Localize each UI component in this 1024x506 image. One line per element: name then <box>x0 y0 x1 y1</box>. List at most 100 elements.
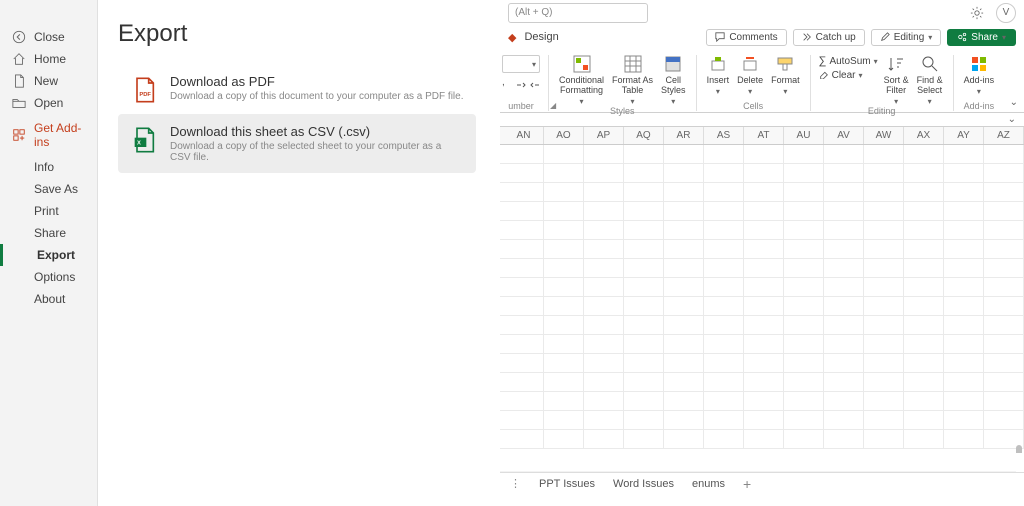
download-csv-option[interactable]: X Download this sheet as CSV (.csv) Down… <box>118 114 476 173</box>
editing-group: ∑ AutoSum ▾ Clear ▾ Sort & Filter ▾ <box>811 55 954 111</box>
add-sheet-button[interactable]: + <box>743 476 751 492</box>
catchup-button[interactable]: Catch up <box>793 29 865 46</box>
get-addins-button[interactable]: Get Add-ins <box>0 124 97 146</box>
catchup-icon <box>802 32 812 42</box>
share-button[interactable]: Share ▾ <box>947 29 1016 46</box>
comments-button[interactable]: Comments <box>706 29 786 46</box>
column-header[interactable]: AU <box>784 127 824 144</box>
column-header[interactable]: AS <box>704 127 744 144</box>
new-file-icon <box>12 74 26 88</box>
design-tab[interactable]: Design <box>524 31 558 43</box>
clear-button[interactable]: Clear ▾ <box>819 69 878 82</box>
spreadsheet-underlay: (Alt + Q) V ◆ Design Comments Catch up <box>500 0 1024 506</box>
find-select-button[interactable]: Find & Select ▾ <box>915 55 945 106</box>
sheet-tab[interactable]: Word Issues <box>613 478 674 490</box>
comment-icon <box>715 32 725 42</box>
new-button[interactable]: New <box>0 70 97 92</box>
share-nav-button[interactable]: Share <box>0 222 97 244</box>
editing-mode-button[interactable]: Editing ▾ <box>871 29 942 46</box>
editing-group-label: Editing <box>868 106 896 116</box>
action-bar: ◆ Design Comments Catch up Editing ▾ Sha… <box>500 25 1024 49</box>
options-button[interactable]: Options <box>0 266 97 288</box>
column-header[interactable]: AY <box>944 127 984 144</box>
formula-bar-chevron-icon[interactable]: ⌄ <box>1008 114 1016 125</box>
column-headers: AN AO AP AQ AR AS AT AU AV AW AX AY AZ <box>500 127 1024 145</box>
about-button[interactable]: About <box>0 288 97 310</box>
csv-title: Download this sheet as CSV (.csv) <box>170 124 464 139</box>
search-input[interactable]: (Alt + Q) <box>508 3 648 23</box>
close-button[interactable]: Close <box>0 26 97 48</box>
column-header[interactable]: AW <box>864 127 904 144</box>
search-icon <box>921 55 939 73</box>
ribbon-collapse-icon[interactable]: ⌄ <box>1010 97 1018 108</box>
saveas-button[interactable]: Save As <box>0 178 97 200</box>
search-placeholder: (Alt + Q) <box>515 7 553 18</box>
column-header[interactable]: AX <box>904 127 944 144</box>
cells-group: Insert ▾ Delete ▾ Format ▾ Cells <box>697 55 811 111</box>
dialog-launcher-icon[interactable]: ◢ <box>550 101 556 110</box>
download-pdf-option[interactable]: PDF Download as PDF Download a copy of t… <box>118 64 476 114</box>
format-button[interactable]: Format ▾ <box>769 55 802 96</box>
conditional-formatting-button[interactable]: Conditional Formatting ▾ <box>557 55 606 106</box>
column-header[interactable]: AZ <box>984 127 1024 144</box>
open-folder-icon <box>12 96 26 110</box>
export-nav-button[interactable]: Export <box>0 244 97 266</box>
chevron-down-icon: ▾ <box>1002 33 1006 42</box>
home-label: Home <box>34 52 66 66</box>
column-header[interactable]: AN <box>504 127 544 144</box>
column-header[interactable]: AQ <box>624 127 664 144</box>
column-header[interactable]: AP <box>584 127 624 144</box>
decrease-decimal-icon[interactable] <box>530 77 540 87</box>
sort-icon <box>887 55 905 73</box>
sheet-tab[interactable]: enums <box>692 478 725 490</box>
number-group-label: umber <box>508 101 534 111</box>
info-button[interactable]: Info <box>0 156 97 178</box>
pdf-title: Download as PDF <box>170 74 463 89</box>
delete-button[interactable]: Delete ▾ <box>735 55 765 96</box>
print-button[interactable]: Print <box>0 200 97 222</box>
cell-styles-button[interactable]: Cell Styles ▾ <box>659 55 688 106</box>
user-avatar[interactable]: V <box>996 3 1016 23</box>
comma-style-icon[interactable]: , <box>502 77 512 87</box>
increase-decimal-icon[interactable] <box>516 77 526 87</box>
grid[interactable] <box>500 145 1024 453</box>
back-arrow-icon <box>12 30 26 44</box>
settings-icon[interactable] <box>970 6 984 20</box>
home-button[interactable]: Home <box>0 48 97 70</box>
svg-text:PDF: PDF <box>139 92 151 98</box>
close-label: Close <box>34 30 65 44</box>
addins-group-label: Add-ins <box>964 101 995 111</box>
styles-group-label: Styles <box>610 106 635 116</box>
pencil-icon <box>880 32 890 42</box>
column-header[interactable]: AV <box>824 127 864 144</box>
backstage-sidebar: Close Home New Open Get Add-ins Info Sav… <box>0 0 98 506</box>
get-addins-label: Get Add-ins <box>34 121 87 149</box>
export-panel: Export PDF Download as PDF Download a co… <box>98 0 500 506</box>
sheet-nav-icon[interactable]: ⋮ <box>510 477 521 490</box>
sort-filter-button[interactable]: Sort & Filter ▾ <box>882 55 911 106</box>
column-header[interactable]: AR <box>664 127 704 144</box>
delete-icon <box>741 55 759 73</box>
new-label: New <box>34 74 58 88</box>
column-header[interactable]: AT <box>744 127 784 144</box>
vertical-scrollbar-thumb[interactable] <box>1016 445 1022 453</box>
export-title: Export <box>118 20 500 48</box>
sheet-tabs: ⋮ PPT Issues Word Issues enums + <box>500 472 1024 494</box>
sheet-tab[interactable]: PPT Issues <box>539 478 595 490</box>
addins-icon <box>12 128 26 142</box>
table-icon <box>624 55 642 73</box>
pdf-icon: PDF <box>130 76 158 104</box>
csv-desc: Download a copy of the selected sheet to… <box>170 141 464 163</box>
title-bar: (Alt + Q) V <box>500 0 1024 25</box>
insert-button[interactable]: Insert ▾ <box>705 55 732 96</box>
cond-format-icon <box>573 55 591 73</box>
number-format-dropdown[interactable]: ▾ <box>502 55 540 73</box>
autosum-button[interactable]: ∑ AutoSum ▾ <box>819 55 878 67</box>
chevron-down-icon: ▾ <box>928 33 932 42</box>
eraser-icon <box>819 69 829 82</box>
format-as-table-button[interactable]: Format As Table ▾ <box>610 55 655 106</box>
column-header[interactable]: AO <box>544 127 584 144</box>
open-button[interactable]: Open <box>0 92 97 114</box>
addins-button[interactable]: Add-ins ▾ <box>962 55 997 96</box>
styles-group: Conditional Formatting ▾ Format As Table… <box>549 55 697 111</box>
